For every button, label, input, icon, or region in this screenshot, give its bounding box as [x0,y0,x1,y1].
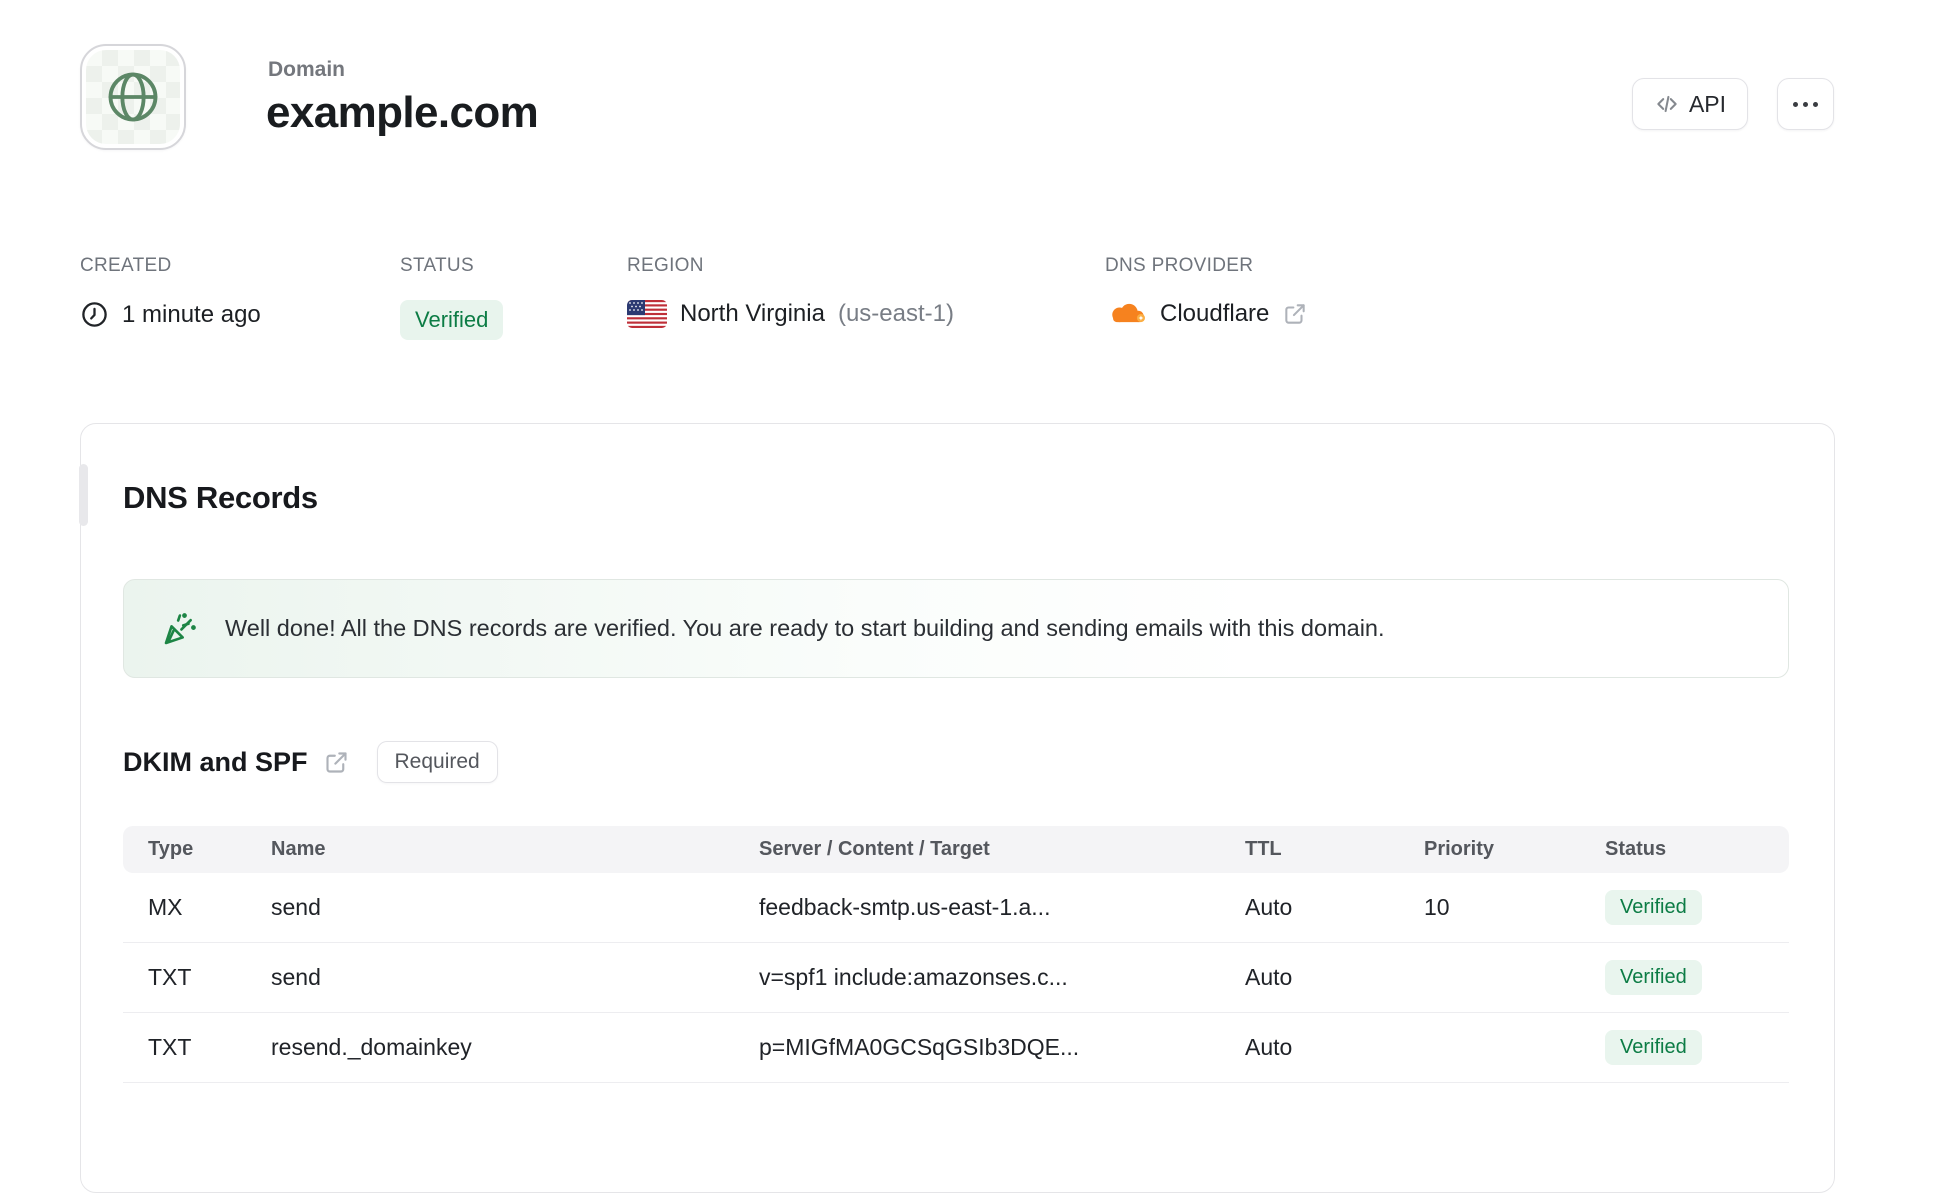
dns-provider-value[interactable]: Cloudflare [1160,300,1269,328]
cell-content: p=MIGfMA0GCSqGSIb3DQE... [759,1034,1080,1060]
cell-ttl: Auto [1245,964,1293,990]
verified-badge: Verified [1605,1030,1702,1065]
page-title: example.com [266,88,539,137]
page-kicker: Domain [268,58,346,81]
external-link-icon[interactable] [323,749,350,776]
col-header-priority: Priority [1424,838,1495,860]
more-button[interactable] [1777,78,1834,130]
meta-status: STATUS Verified [400,255,504,340]
col-header-status: Status [1605,838,1667,860]
col-header-content: Server / Content / Target [759,838,990,860]
col-header-ttl: TTL [1245,838,1282,860]
cell-ttl: Auto [1245,894,1293,920]
cell-priority: 10 [1424,894,1450,920]
dns-provider-label: DNS PROVIDER [1105,255,1254,276]
party-popper-icon [162,610,199,647]
cell-content: v=spf1 include:amazonses.c... [759,964,1068,990]
col-header-type: Type [148,838,194,860]
us-flag-icon [627,300,667,328]
region-label: REGION [627,255,704,276]
cell-type: TXT [148,1034,192,1060]
dkim-spf-title: DKIM and SPF [123,746,308,777]
table-row: MX send feedback-smtp.us-east-1.a... Aut… [123,873,1789,943]
domain-avatar [80,44,186,150]
cell-type: TXT [148,964,192,990]
banner-text: Well done! All the DNS records are verif… [225,615,1385,641]
avatar-checker-bg [86,50,180,144]
external-link-icon[interactable] [1282,301,1308,327]
api-button[interactable]: API [1632,78,1748,130]
table-header-row: Type Name Server / Content / Target TTL … [123,826,1789,873]
region-value: North Virginia [680,300,825,327]
table-row: TXT send v=spf1 include:amazonses.c... A… [123,943,1789,1013]
meta-region: REGION North Virginia (us-east-1) [627,255,954,328]
cell-name: send [271,894,321,920]
card-title: DNS Records [123,480,318,515]
api-button-label: API [1688,90,1727,117]
code-icon [1654,91,1680,117]
verified-badge: Verified [1605,960,1702,995]
region-code: (us-east-1) [837,300,954,327]
ellipsis-icon [1793,101,1818,107]
dkim-spf-section-head: DKIM and SPF Required [123,741,498,783]
section-indicator [79,464,88,526]
table-row: TXT resend._domainkey p=MIGfMA0GCSqGSIb3… [123,1013,1789,1083]
meta-created: CREATED 1 minute ago [80,255,261,329]
status-label: STATUS [400,255,474,276]
cloudflare-icon [1105,301,1147,327]
status-badge: Verified [400,300,504,340]
clock-icon [80,300,109,329]
cell-name: send [271,964,321,990]
created-label: CREATED [80,255,172,276]
required-badge: Required [376,741,498,783]
dns-records-table: Type Name Server / Content / Target TTL … [123,826,1789,1083]
cell-type: MX [148,894,183,920]
globe-icon [104,68,162,126]
success-banner: Well done! All the DNS records are verif… [123,579,1789,678]
cell-name: resend._domainkey [271,1034,472,1060]
created-value: 1 minute ago [122,300,261,328]
cell-content: feedback-smtp.us-east-1.a... [759,894,1051,920]
dns-records-card: DNS Records Well done! All the DNS recor… [79,423,1835,1193]
header-actions: API [1632,78,1834,130]
verified-badge: Verified [1605,890,1702,925]
col-header-name: Name [271,838,326,860]
meta-dns-provider: DNS PROVIDER Cloudflare [1105,255,1308,328]
cell-ttl: Auto [1245,1034,1293,1060]
